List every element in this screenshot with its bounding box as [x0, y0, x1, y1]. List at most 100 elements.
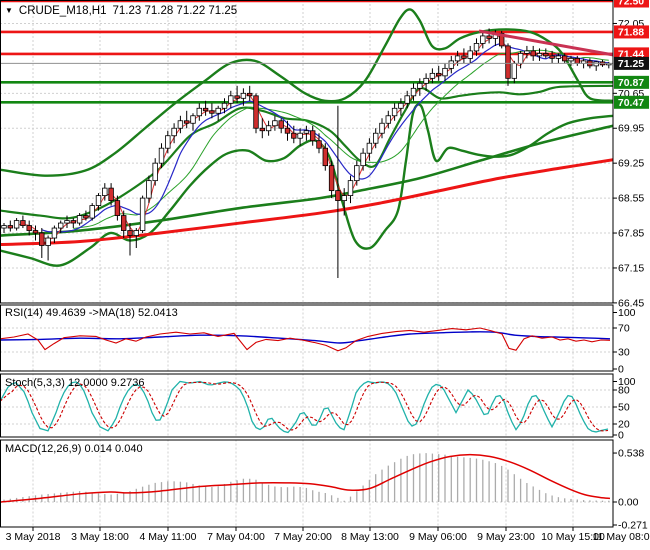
- bullish-candle: [171, 127, 177, 137]
- indicator-tick-label: 0: [618, 430, 624, 442]
- indicator-tick-label: 0.538: [618, 448, 644, 460]
- bearish-candle: [309, 130, 316, 142]
- bullish-candle: [366, 142, 373, 154]
- bullish-candle: [398, 102, 404, 109]
- fast-ma-blue: [41, 43, 609, 233]
- bearish-candle: [543, 52, 549, 57]
- bearish-candle: [574, 57, 580, 64]
- bullish-candle: [354, 165, 360, 182]
- time-axis-label: 7 May 20:00: [274, 531, 332, 543]
- indicator-tick-label: 50: [618, 402, 630, 414]
- bullish-candle: [347, 180, 354, 197]
- bearish-candle: [114, 200, 121, 216]
- bearish-candle: [505, 45, 511, 79]
- bullish-candle: [555, 55, 562, 59]
- bullish-candle: [391, 107, 398, 117]
- price-tick-label: 69.95: [618, 123, 644, 135]
- level-badge-label: 72.50: [618, 0, 644, 7]
- bullish-candle: [448, 60, 454, 69]
- bullish-candle: [165, 135, 171, 149]
- bullish-candle: [480, 35, 486, 44]
- bullish-candle: [13, 220, 20, 229]
- bullish-candle: [536, 52, 543, 57]
- time-axis-label: 4 May 11:00: [139, 531, 196, 543]
- bearish-candle: [246, 92, 253, 97]
- bullish-candle: [404, 95, 410, 104]
- bullish-candle: [102, 187, 108, 197]
- bearish-candle: [322, 147, 328, 167]
- indicator-tick-label: 0: [618, 364, 624, 376]
- bearish-candle: [486, 35, 492, 39]
- bearish-candle: [278, 120, 284, 129]
- symbol-dropdown-icon[interactable]: ▼: [5, 7, 13, 15]
- bullish-candle: [152, 162, 158, 182]
- bearish-candle: [291, 132, 297, 139]
- current-price-badge-label: 71.25: [618, 58, 644, 70]
- time-axis-label: 9 May 23:00: [477, 531, 535, 543]
- bullish-candle: [372, 132, 379, 144]
- bearish-candle: [335, 190, 341, 201]
- bullish-candle: [467, 50, 473, 59]
- bearish-candle: [108, 187, 114, 201]
- bullish-candle: [511, 62, 517, 79]
- indicator-tick-label: 100: [618, 307, 636, 319]
- bearish-candle: [202, 107, 209, 112]
- bullish-candle: [64, 220, 70, 224]
- bearish-candle: [461, 55, 467, 59]
- bearish-candle: [549, 55, 555, 59]
- bearish-candle: [328, 165, 335, 192]
- stoch-panel-border: [0, 373, 614, 438]
- bullish-candle: [379, 122, 385, 134]
- bullish-candle: [139, 197, 146, 231]
- bearish-candle: [530, 50, 536, 57]
- long-ma-red: [0, 158, 613, 247]
- indicator-tick-label: 30: [618, 347, 630, 359]
- time-axis-label: 9 May 06:00: [409, 531, 467, 543]
- bullish-candle: [454, 55, 461, 62]
- bearish-candle: [127, 230, 133, 236]
- level-badge-label: 70.87: [618, 77, 644, 89]
- price-tick-label: 67.85: [618, 228, 644, 240]
- bearish-candle: [234, 95, 240, 99]
- bearish-candle: [209, 110, 215, 114]
- time-axis-label: 3 May 18:00: [71, 531, 129, 543]
- price-tick-label: 69.25: [618, 158, 644, 170]
- bearish-candle: [284, 127, 291, 134]
- bullish-candle: [45, 237, 51, 246]
- bearish-candle: [562, 55, 568, 62]
- bullish-candle: [423, 77, 429, 84]
- bullish-candle: [297, 132, 303, 139]
- bullish-candle: [410, 87, 417, 97]
- time-axis-label: 11 May 08:00: [593, 531, 650, 543]
- indicator-tick-label: 70: [618, 323, 630, 335]
- bullish-candle: [177, 120, 184, 129]
- bullish-candle: [517, 52, 524, 64]
- rsi-ma-line: [0, 331, 611, 344]
- bullish-candle: [146, 180, 152, 199]
- bullish-candle: [240, 92, 247, 99]
- macd-signal-line: [0, 453, 611, 503]
- bearish-candle: [7, 225, 13, 229]
- bullish-candle: [429, 72, 436, 79]
- bearish-candle: [39, 232, 45, 246]
- bullish-candle: [568, 57, 574, 62]
- bullish-candle: [158, 147, 165, 164]
- bullish-candle: [215, 107, 221, 114]
- bearish-candle: [26, 225, 32, 231]
- bearish-candle: [435, 72, 442, 77]
- price-tick-label: 67.15: [618, 262, 644, 274]
- indicator-tick-label: 80: [618, 384, 630, 396]
- bullish-candle: [272, 120, 278, 127]
- trading-chart-window: 72.05 70.65 69.95 69.25 68.55 67.85 67.15 66.45…: [0, 0, 650, 550]
- bearish-candle: [20, 220, 26, 226]
- bullish-candle: [51, 227, 58, 239]
- time-axis-label: 8 May 13:00: [341, 531, 399, 543]
- bullish-candle: [196, 107, 202, 117]
- bearish-candle: [83, 215, 89, 219]
- bullish-candle: [1, 225, 7, 229]
- bullish-candle: [341, 195, 347, 201]
- bullish-candle: [76, 215, 83, 224]
- bullish-candle: [303, 130, 310, 134]
- bullish-candle: [417, 82, 423, 89]
- chart-canvas[interactable]: 72.0570.6569.9569.2568.5567.8567.1566.45…: [0, 0, 650, 550]
